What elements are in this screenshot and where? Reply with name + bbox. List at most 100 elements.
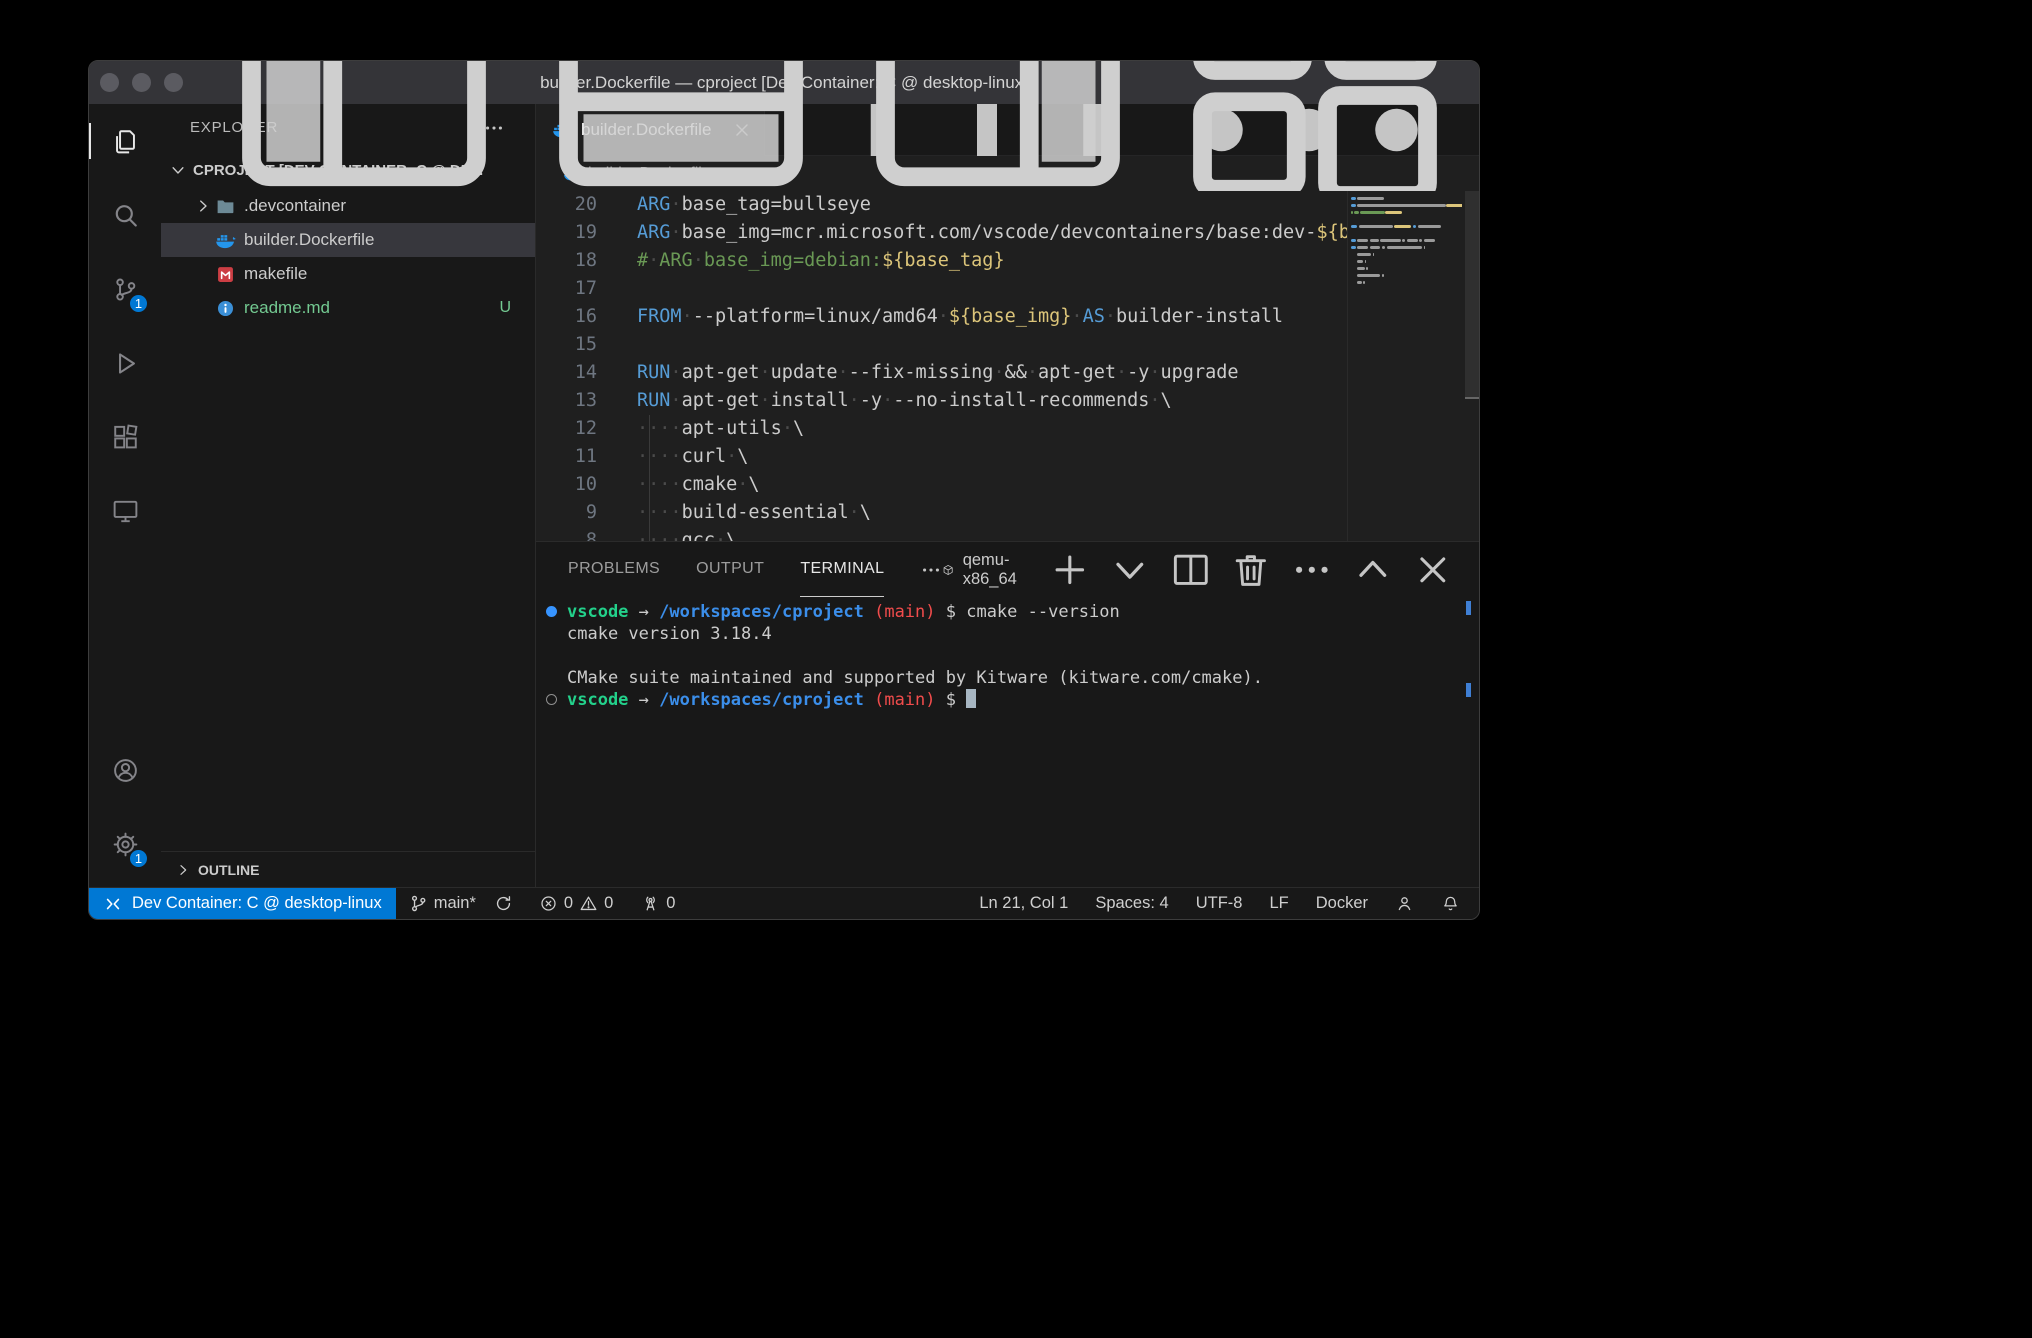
terminal-action-buttons <box>1048 548 1455 592</box>
minimap-row <box>1351 279 1462 286</box>
status-encoding[interactable]: UTF-8 <box>1187 888 1252 919</box>
code-text: ····curl·\ <box>637 443 748 471</box>
command-decoration-icon[interactable] <box>546 606 557 617</box>
status-indentation[interactable]: Spaces: 4 <box>1086 888 1177 919</box>
ports-indicator[interactable]: 0 <box>632 888 684 919</box>
line-number[interactable]: 8 <box>536 527 637 541</box>
error-icon <box>539 894 558 913</box>
code-line[interactable]: 19ARG·base_img=mcr.microsoft.com/vscode/… <box>536 219 1479 247</box>
toggle-primary-sidebar-button[interactable] <box>214 60 514 233</box>
remote-explorer-icon <box>111 497 140 526</box>
kill-terminal-button[interactable] <box>1229 548 1273 592</box>
code-editor[interactable]: 20ARG·base_tag=bullseye19ARG·base_img=mc… <box>536 191 1479 541</box>
code-line[interactable]: 11····curl·\ <box>536 443 1479 471</box>
minimap-row <box>1351 202 1462 209</box>
code-line[interactable]: 16FROM·--platform=linux/amd64·${base_img… <box>536 303 1479 331</box>
file-label: readme.md <box>244 298 499 318</box>
status-notifications[interactable] <box>1432 888 1469 919</box>
file-tree-item-makefile[interactable]: makefile <box>161 257 535 291</box>
code-text: ····apt-utils·\ <box>637 415 804 443</box>
titlebar[interactable]: builder.Dockerfile — cproject [Dev Conta… <box>89 61 1479 104</box>
activity-bar: 1 1 <box>89 104 161 887</box>
split-terminal-button[interactable] <box>1169 548 1213 592</box>
git-status-badge: U <box>499 299 511 317</box>
activity-bar-item-explorer[interactable] <box>89 104 161 178</box>
prompt-decoration-icon[interactable] <box>546 694 557 705</box>
terminal-line <box>567 645 1479 667</box>
line-number[interactable]: 14 <box>536 359 637 387</box>
minimap-lines <box>1351 195 1462 286</box>
close-panel-button[interactable] <box>1411 548 1455 592</box>
minimap[interactable] <box>1347 191 1465 541</box>
status-eol[interactable]: LF <box>1260 888 1297 919</box>
code-line[interactable]: 18#·ARG·base_img=debian:${base_tag} <box>536 247 1479 275</box>
remote-indicator[interactable]: Dev Container: C @ desktop-linux <box>89 888 396 919</box>
zoom-window-button[interactable] <box>164 73 183 92</box>
line-number[interactable]: 18 <box>536 247 637 275</box>
line-number[interactable]: 17 <box>536 275 637 303</box>
line-number[interactable]: 11 <box>536 443 637 471</box>
line-number[interactable]: 19 <box>536 219 637 247</box>
status-cursor-position[interactable]: Ln 21, Col 1 <box>970 888 1077 919</box>
panel-more-actions-button[interactable] <box>920 559 942 581</box>
scrollbar-thumb[interactable] <box>1465 191 1479 399</box>
terminal-profile-dropdown-button[interactable] <box>1108 548 1152 592</box>
line-number[interactable]: 12 <box>536 415 637 443</box>
outline-section-header[interactable]: OUTLINE <box>161 851 535 887</box>
status-language-mode[interactable]: Docker <box>1307 888 1377 919</box>
status-indentation-label: Spaces: 4 <box>1095 894 1168 913</box>
line-number[interactable]: 20 <box>536 191 637 219</box>
radio-tower-icon <box>641 894 660 913</box>
file-tree-item-readme.md[interactable]: readme.mdU <box>161 291 535 325</box>
minimap-row <box>1351 237 1462 244</box>
activity-bar-item-accounts[interactable] <box>89 733 161 807</box>
code-line[interactable]: 13RUN·apt-get·install·-y·--no-install-re… <box>536 387 1479 415</box>
chevron-right-icon <box>191 197 215 215</box>
code-line[interactable]: 10····cmake·\ <box>536 471 1479 499</box>
code-line[interactable]: 15 <box>536 331 1479 359</box>
activity-bar-item-search[interactable] <box>89 178 161 252</box>
code-line[interactable]: 8····gcc·\ <box>536 527 1479 541</box>
new-terminal-button[interactable] <box>1048 548 1092 592</box>
terminal-more-actions-button[interactable] <box>1290 548 1334 592</box>
terminal-content[interactable]: vscode → /workspaces/cproject (main) $ c… <box>536 597 1479 887</box>
plus-icon <box>1048 548 1092 592</box>
activity-bar-item-extensions[interactable] <box>89 400 161 474</box>
vscode-window: builder.Dockerfile — cproject [Dev Conta… <box>88 60 1480 920</box>
twistie <box>191 265 215 283</box>
sync-icon <box>494 894 513 913</box>
minimap-row <box>1351 244 1462 251</box>
line-number[interactable]: 16 <box>536 303 637 331</box>
panel-tab-output[interactable]: OUTPUT <box>696 542 764 597</box>
status-feedback[interactable] <box>1386 888 1423 919</box>
line-number[interactable]: 13 <box>536 387 637 415</box>
branch-label: main* <box>434 894 476 913</box>
panel-tab-problems[interactable]: PROBLEMS <box>568 542 660 597</box>
problems-indicator[interactable]: 0 0 <box>530 888 622 919</box>
sync-button[interactable] <box>485 888 522 919</box>
terminal-line: vscode → /workspaces/cproject (main) $ c… <box>567 601 1479 623</box>
code-line[interactable]: 17 <box>536 275 1479 303</box>
branch-indicator[interactable]: main* <box>400 888 485 919</box>
activity-bar-item-source-control[interactable]: 1 <box>89 252 161 326</box>
line-number[interactable]: 10 <box>536 471 637 499</box>
code-line[interactable]: 14RUN·apt-get·update·--fix-missing·&&·ap… <box>536 359 1479 387</box>
minimap-row <box>1351 223 1462 230</box>
status-bar-right: Ln 21, Col 1 Spaces: 4 UTF-8 LF Docker <box>970 888 1479 919</box>
line-number[interactable]: 9 <box>536 499 637 527</box>
code-text: #·ARG·base_img=debian:${base_tag} <box>637 247 1005 275</box>
activity-bar-item-remote-explorer[interactable] <box>89 474 161 548</box>
panel-tab-terminal[interactable]: TERMINAL <box>800 542 884 597</box>
terminal-profile-item[interactable]: qemu-x86_64 <box>942 551 1024 589</box>
code-line[interactable]: 12····apt-utils·\ <box>536 415 1479 443</box>
activity-bar-item-manage[interactable]: 1 <box>89 807 161 881</box>
editor-scrollbar[interactable] <box>1465 191 1479 541</box>
maximize-panel-button[interactable] <box>1351 548 1395 592</box>
minimize-window-button[interactable] <box>132 73 151 92</box>
code-line[interactable]: 9····build-essential·\ <box>536 499 1479 527</box>
close-window-button[interactable] <box>100 73 119 92</box>
activity-bar-item-run-and-debug[interactable] <box>89 326 161 400</box>
line-number[interactable]: 15 <box>536 331 637 359</box>
terminal-overview-mark <box>1466 601 1471 615</box>
code-line[interactable]: 20ARG·base_tag=bullseye <box>536 191 1479 219</box>
